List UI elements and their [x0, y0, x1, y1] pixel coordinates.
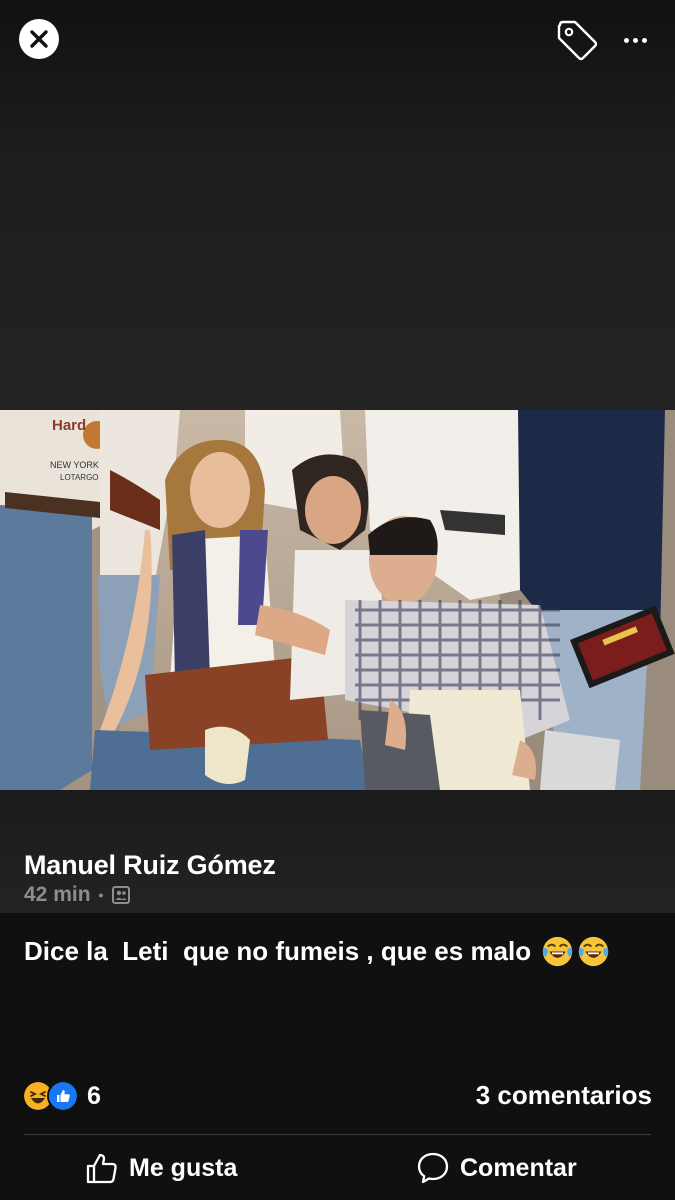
- reactions-summary[interactable]: 6: [22, 1080, 101, 1112]
- comment-button[interactable]: Comentar: [416, 1148, 577, 1188]
- divider: [24, 1134, 651, 1135]
- shirt-print-text: LOTARGO: [60, 473, 99, 482]
- tag-button[interactable]: [555, 18, 599, 62]
- group-photo-illustration: Hard NEW YORK LOT LOTARGO: [0, 410, 675, 790]
- face-with-tears-of-joy-icon: [543, 936, 573, 967]
- reaction-count: 6: [87, 1081, 101, 1110]
- more-dot-icon: [632, 37, 638, 43]
- tag-icon: [557, 20, 598, 61]
- like-button-label: Me gusta: [129, 1153, 238, 1182]
- post-caption: Dice la Leti que no fumeis , que es malo: [24, 935, 610, 968]
- friends-audience-icon[interactable]: [111, 885, 131, 905]
- more-options-button[interactable]: [615, 22, 655, 58]
- more-dot-icon: [623, 37, 629, 43]
- shirt-print-text: Hard: [52, 417, 86, 434]
- comments-count-link[interactable]: 3 comentarios: [476, 1080, 652, 1111]
- comment-button-label: Comentar: [460, 1153, 577, 1182]
- comment-bubble-icon: [417, 1152, 449, 1184]
- like-icon: [47, 1080, 79, 1112]
- close-icon: [30, 30, 48, 48]
- thumbs-up-icon: [86, 1153, 117, 1184]
- face-with-tears-of-joy-icon: [579, 936, 609, 967]
- post-author-name[interactable]: Manuel Ruiz Gómez: [24, 850, 276, 881]
- post-meta: 42 min •: [24, 883, 131, 907]
- close-button[interactable]: [19, 19, 59, 59]
- like-button[interactable]: Me gusta: [85, 1148, 237, 1188]
- meta-separator: •: [98, 887, 104, 903]
- post-photo[interactable]: Hard NEW YORK LOT LOTARGO: [0, 410, 675, 790]
- post-timestamp[interactable]: 42 min: [24, 883, 91, 907]
- more-dot-icon: [641, 37, 647, 43]
- post-caption-text: Dice la Leti que no fumeis , que es malo: [24, 936, 539, 966]
